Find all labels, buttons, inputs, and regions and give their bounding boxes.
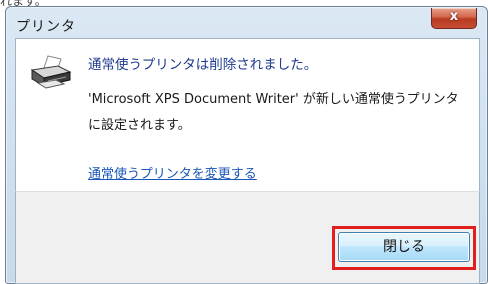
close-icon: x xyxy=(449,9,459,24)
close-button[interactable]: 閉じる xyxy=(338,232,470,262)
dialog-content: 通常使うプリンタは削除されました。 'Microsoft XPS Documen… xyxy=(15,38,480,192)
dialog-footer: 閉じる xyxy=(15,191,480,284)
printer-icon xyxy=(28,53,74,93)
change-default-printer-link[interactable]: 通常使うプリンタを変更する xyxy=(88,163,257,182)
printer-dialog: プリンタ x 通常使うプリンタは削除されました。 'Microsoft XPS … xyxy=(5,6,488,284)
detail-message: 'Microsoft XPS Document Writer' が新しい通常使う… xyxy=(88,92,459,133)
window-close-button[interactable]: x xyxy=(431,8,477,29)
titlebar: プリンタ x xyxy=(6,7,487,37)
main-message: 通常使うプリンタは削除されました。 xyxy=(88,57,318,73)
dialog-title: プリンタ xyxy=(16,19,76,35)
